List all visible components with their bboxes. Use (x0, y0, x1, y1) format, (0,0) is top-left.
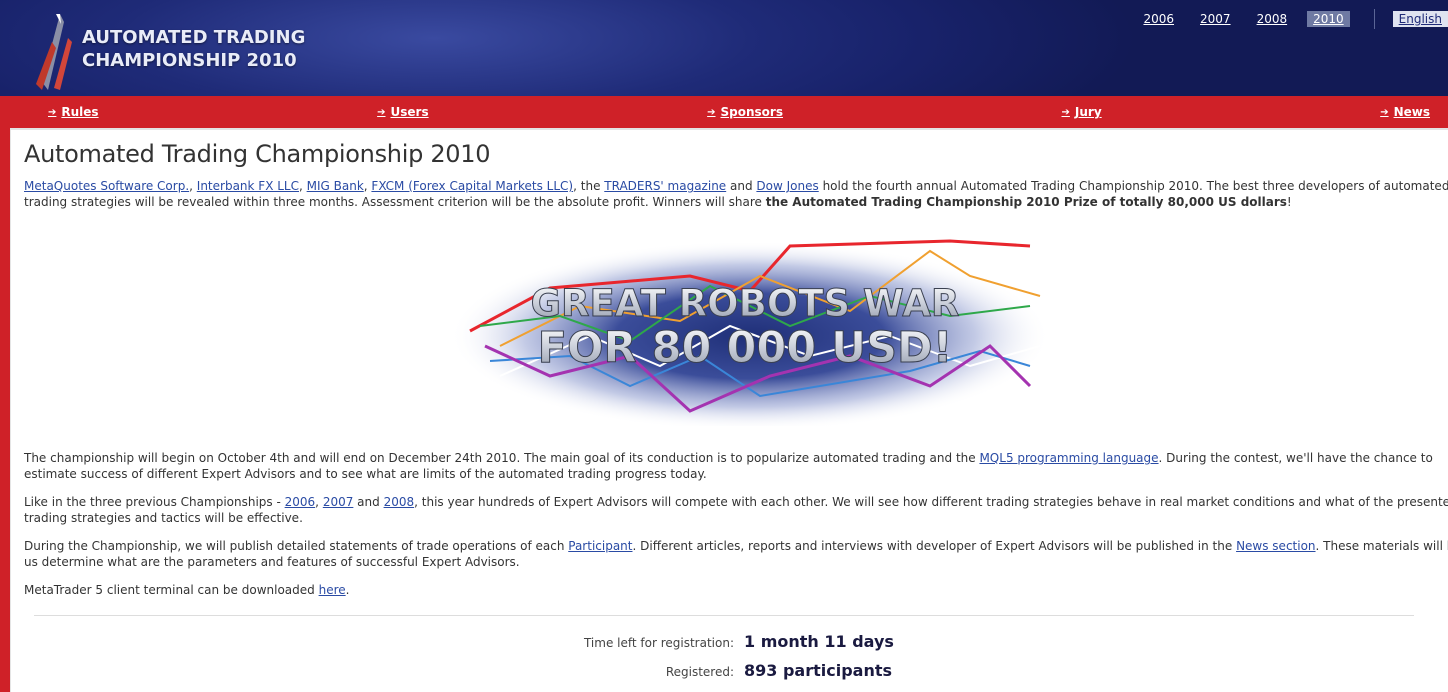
text: and (353, 495, 384, 509)
link-news-section[interactable]: News section (1236, 539, 1315, 553)
paragraph-previous: Like in the three previous Championships… (24, 494, 1448, 526)
page-title: Automated Trading Championship 2010 (24, 140, 491, 168)
year-link-2006[interactable]: 2006 (1137, 11, 1180, 27)
time-left-label: Time left for registration: (583, 636, 734, 650)
language-selector[interactable]: English (1392, 11, 1448, 27)
nav-label-users: Users (390, 105, 429, 119)
body-text: The championship will begin on October 4… (24, 450, 1448, 610)
registered-value: 893 participants (744, 661, 893, 680)
text: During the Championship, we will publish… (24, 539, 569, 553)
text: The championship will begin on October 4… (24, 451, 980, 465)
link-championship-2006[interactable]: 2006 (285, 495, 316, 509)
logo-line-2: CHAMPIONSHIP 2010 (82, 50, 297, 71)
link-mql5[interactable]: MQL5 programming language (979, 451, 1158, 465)
text: Like in the three previous Championships… (24, 495, 285, 509)
registered-label: Registered: (665, 665, 734, 679)
left-border-line (10, 130, 11, 692)
text: . Different articles, reports and interv… (632, 539, 1237, 553)
registration-time-row: Time left for registration: 1 month 11 d… (24, 632, 894, 651)
link-championship-2007[interactable]: 2007 (323, 495, 354, 509)
year-link-2007[interactable]: 2007 (1194, 11, 1237, 27)
registered-row: Registered: 893 participants (24, 661, 892, 680)
paragraph-download: MetaTrader 5 client terminal can be down… (24, 582, 1448, 598)
promo-banner: GREAT ROBOTS WAR FOR 80 000 USD! (430, 236, 1060, 431)
divider-line (34, 615, 1414, 616)
nav-item-news[interactable]: ➔ News (1380, 105, 1430, 119)
year-link-2010[interactable]: 2010 (1307, 11, 1350, 27)
text: , (315, 495, 323, 509)
main-nav: ➔ Rules ➔ Users ➔ Sponsors ➔ Jury ➔ News (10, 96, 1448, 130)
text: MetaTrader 5 client terminal can be down… (24, 583, 319, 597)
link-metaquotes[interactable]: MetaQuotes Software Corp. (24, 179, 189, 193)
link-traders-magazine[interactable]: TRADERS' magazine (604, 179, 726, 193)
arrow-right-icon: ➔ (707, 106, 716, 118)
link-fxcm[interactable]: FXCM (Forex Capital Markets LLC) (371, 179, 573, 193)
logo-line-1: AUTOMATED TRADING (82, 27, 306, 48)
link-download-here[interactable]: here (319, 583, 346, 597)
divider (1373, 9, 1375, 29)
banner-line-1: GREAT ROBOTS WAR (531, 282, 960, 325)
site-header: AUTOMATED TRADING CHAMPIONSHIP 2010 2006… (0, 0, 1448, 96)
nav-label-jury: Jury (1074, 105, 1102, 119)
nav-label-news: News (1393, 105, 1430, 119)
link-mig-bank[interactable]: MIG Bank (307, 179, 364, 193)
left-accent-bar (0, 96, 10, 692)
main-content: Automated Trading Championship 2010 Meta… (24, 140, 1448, 222)
nav-item-rules[interactable]: ➔ Rules (48, 105, 99, 119)
year-switcher: 2006 2007 2008 2010 English (1123, 9, 1448, 29)
intro-paragraph: MetaQuotes Software Corp., Interbank FX … (24, 178, 1448, 210)
link-dow-jones[interactable]: Dow Jones (756, 179, 818, 193)
arrow-right-icon: ➔ (377, 106, 386, 118)
sep: , (298, 179, 307, 193)
time-left-value: 1 month 11 days (744, 632, 894, 651)
nav-item-jury[interactable]: ➔ Jury (1062, 105, 1102, 119)
nav-label-sponsors: Sponsors (720, 105, 783, 119)
paragraph-publications: During the Championship, we will publish… (24, 538, 1448, 570)
logo-text: AUTOMATED TRADING CHAMPIONSHIP 2010 (82, 26, 305, 72)
year-link-2008[interactable]: 2008 (1251, 11, 1294, 27)
sep: , (189, 179, 197, 193)
banner-graphic: GREAT ROBOTS WAR FOR 80 000 USD! (450, 239, 1050, 431)
link-championship-2008[interactable]: 2008 (384, 495, 415, 509)
text: ! (1286, 195, 1292, 209)
nav-item-sponsors[interactable]: ➔ Sponsors (707, 105, 783, 119)
link-interbank-fx[interactable]: Interbank FX LLC (197, 179, 299, 193)
logo-mark-icon (36, 14, 72, 90)
text: and (726, 179, 757, 193)
championship-logo[interactable]: AUTOMATED TRADING CHAMPIONSHIP 2010 (30, 12, 350, 92)
text: . (345, 583, 350, 597)
nav-item-users[interactable]: ➔ Users (377, 105, 428, 119)
nav-label-rules: Rules (61, 105, 99, 119)
arrow-right-icon: ➔ (1380, 106, 1389, 118)
prize-text: the Automated Trading Championship 2010 … (765, 195, 1287, 209)
arrow-right-icon: ➔ (1061, 106, 1070, 118)
banner-line-2: FOR 80 000 USD! (538, 323, 953, 373)
link-participant[interactable]: Participant (568, 539, 632, 553)
arrow-right-icon: ➔ (48, 106, 57, 118)
paragraph-schedule: The championship will begin on October 4… (24, 450, 1448, 482)
text: , the (573, 179, 605, 193)
